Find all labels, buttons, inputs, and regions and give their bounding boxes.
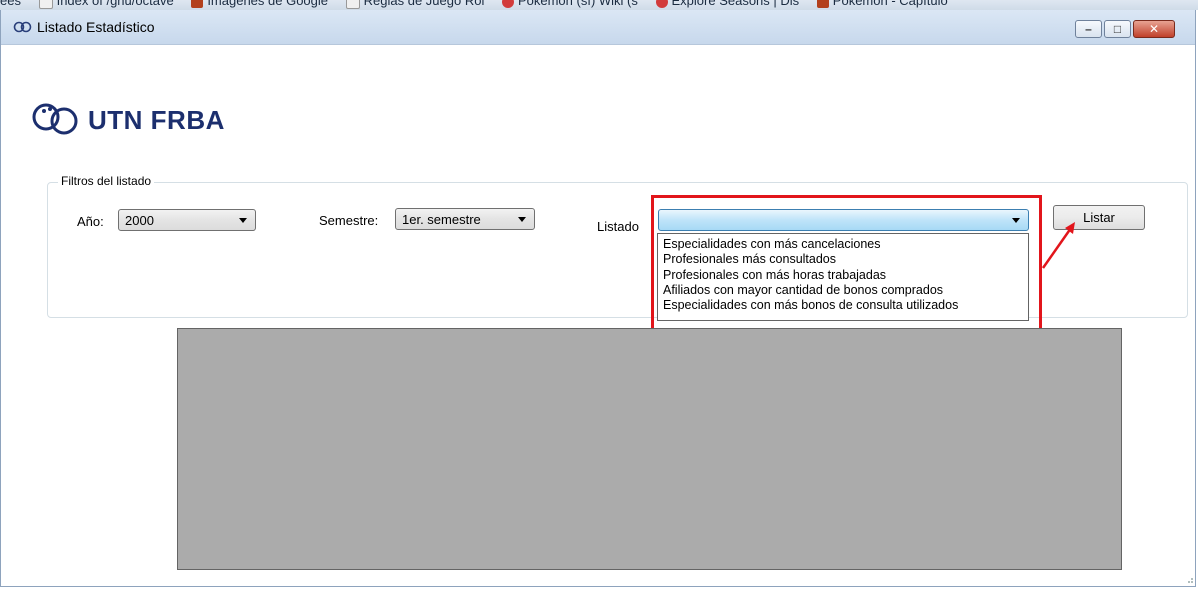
pokemon-icon — [501, 0, 514, 8]
bookmark-item[interactable]: ees — [0, 0, 21, 8]
filters-group-label: Filtros del listado — [58, 174, 155, 188]
bookmark-item[interactable]: Imágenes de Google — [191, 0, 328, 8]
semester-select[interactable]: 1er. semestre — [395, 208, 535, 230]
bookmark-item[interactable]: Pokémon - Capítulo — [816, 0, 948, 8]
title-bar[interactable]: Listado Estadístico — [1, 10, 1195, 45]
chevron-down-icon — [239, 218, 247, 223]
bookmark-item[interactable]: Reglas de Juego Rol — [345, 0, 484, 9]
results-grid[interactable] — [177, 328, 1122, 570]
minimize-icon: – — [1085, 22, 1092, 36]
annotation-highlight-box — [651, 195, 1042, 340]
app-icon — [13, 21, 32, 33]
bookmarks-bar: ees Index of /gnu/octave Imágenes de Goo… — [0, 0, 1198, 10]
bookmark-item[interactable]: Index of /gnu/octave — [38, 0, 174, 9]
logo-text: UTN FRBA — [88, 105, 225, 135]
chevron-down-icon — [518, 217, 526, 222]
resize-grip-icon[interactable] — [1184, 574, 1194, 584]
window-title: Listado Estadístico — [37, 19, 155, 35]
google-icon — [191, 0, 204, 8]
listado-label: Listado — [597, 219, 639, 234]
semester-label: Semestre: — [319, 213, 379, 228]
year-value: 2000 — [125, 213, 154, 228]
maximize-icon: □ — [1113, 22, 1122, 36]
page-icon — [345, 0, 360, 9]
year-label: Año: — [77, 214, 104, 229]
year-select[interactable]: 2000 — [118, 209, 256, 231]
seasons-icon — [655, 0, 668, 8]
semester-value: 1er. semestre — [402, 212, 481, 227]
annotation-arrow-icon — [1041, 222, 1075, 269]
bookmark-item[interactable]: Pokemon (sf) Wiki (s — [501, 0, 638, 8]
bookmark-item[interactable]: Explore Seasons | Dis — [655, 0, 799, 8]
close-icon: ✕ — [1148, 22, 1160, 36]
page-icon — [38, 0, 53, 9]
maximize-button[interactable]: □ — [1104, 20, 1131, 38]
utn-logo-icon — [32, 103, 78, 135]
video-icon — [816, 0, 829, 8]
minimize-button[interactable]: – — [1075, 20, 1102, 38]
close-button[interactable]: ✕ — [1133, 20, 1175, 38]
